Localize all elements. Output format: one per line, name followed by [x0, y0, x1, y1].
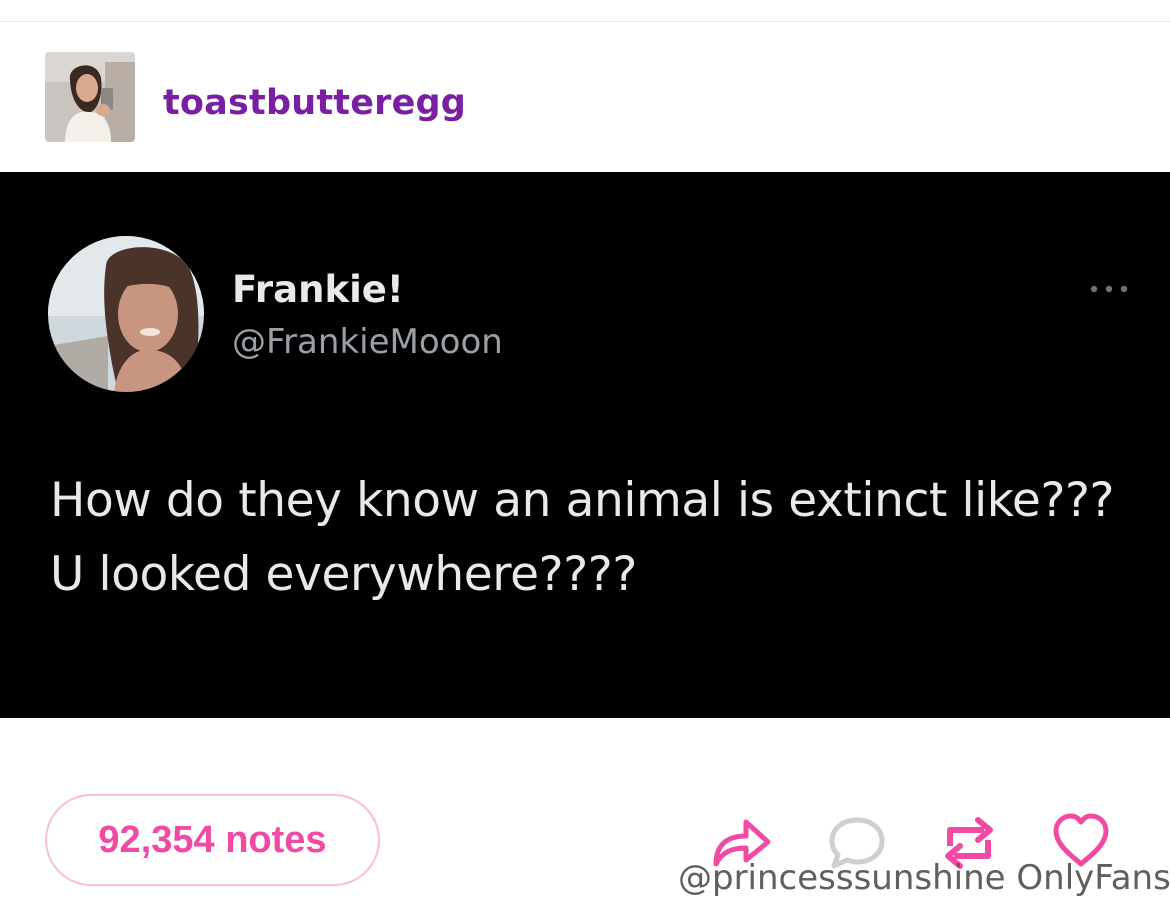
tweet-screenshot: Frankie! @FrankieMooon How do they know … — [0, 172, 1170, 718]
tweet-avatar — [48, 236, 204, 392]
blog-avatar[interactable] — [45, 52, 135, 142]
more-options-icon — [1086, 279, 1132, 299]
avatar-photo-icon — [45, 52, 135, 142]
blog-name[interactable]: toastbutteregg — [163, 80, 466, 126]
avatar-photo-icon — [48, 236, 204, 392]
watermark-text: @princesssunshine OnlyFans — [678, 858, 1170, 898]
tweet-text: How do they know an animal is extinct li… — [50, 473, 1115, 602]
notes-count-button[interactable]: 92,354 notes — [45, 794, 380, 886]
post-header: toastbutteregg — [0, 22, 1170, 172]
tweet-handle: @FrankieMooon — [232, 322, 503, 362]
tweet-display-name: Frankie! — [232, 268, 404, 311]
